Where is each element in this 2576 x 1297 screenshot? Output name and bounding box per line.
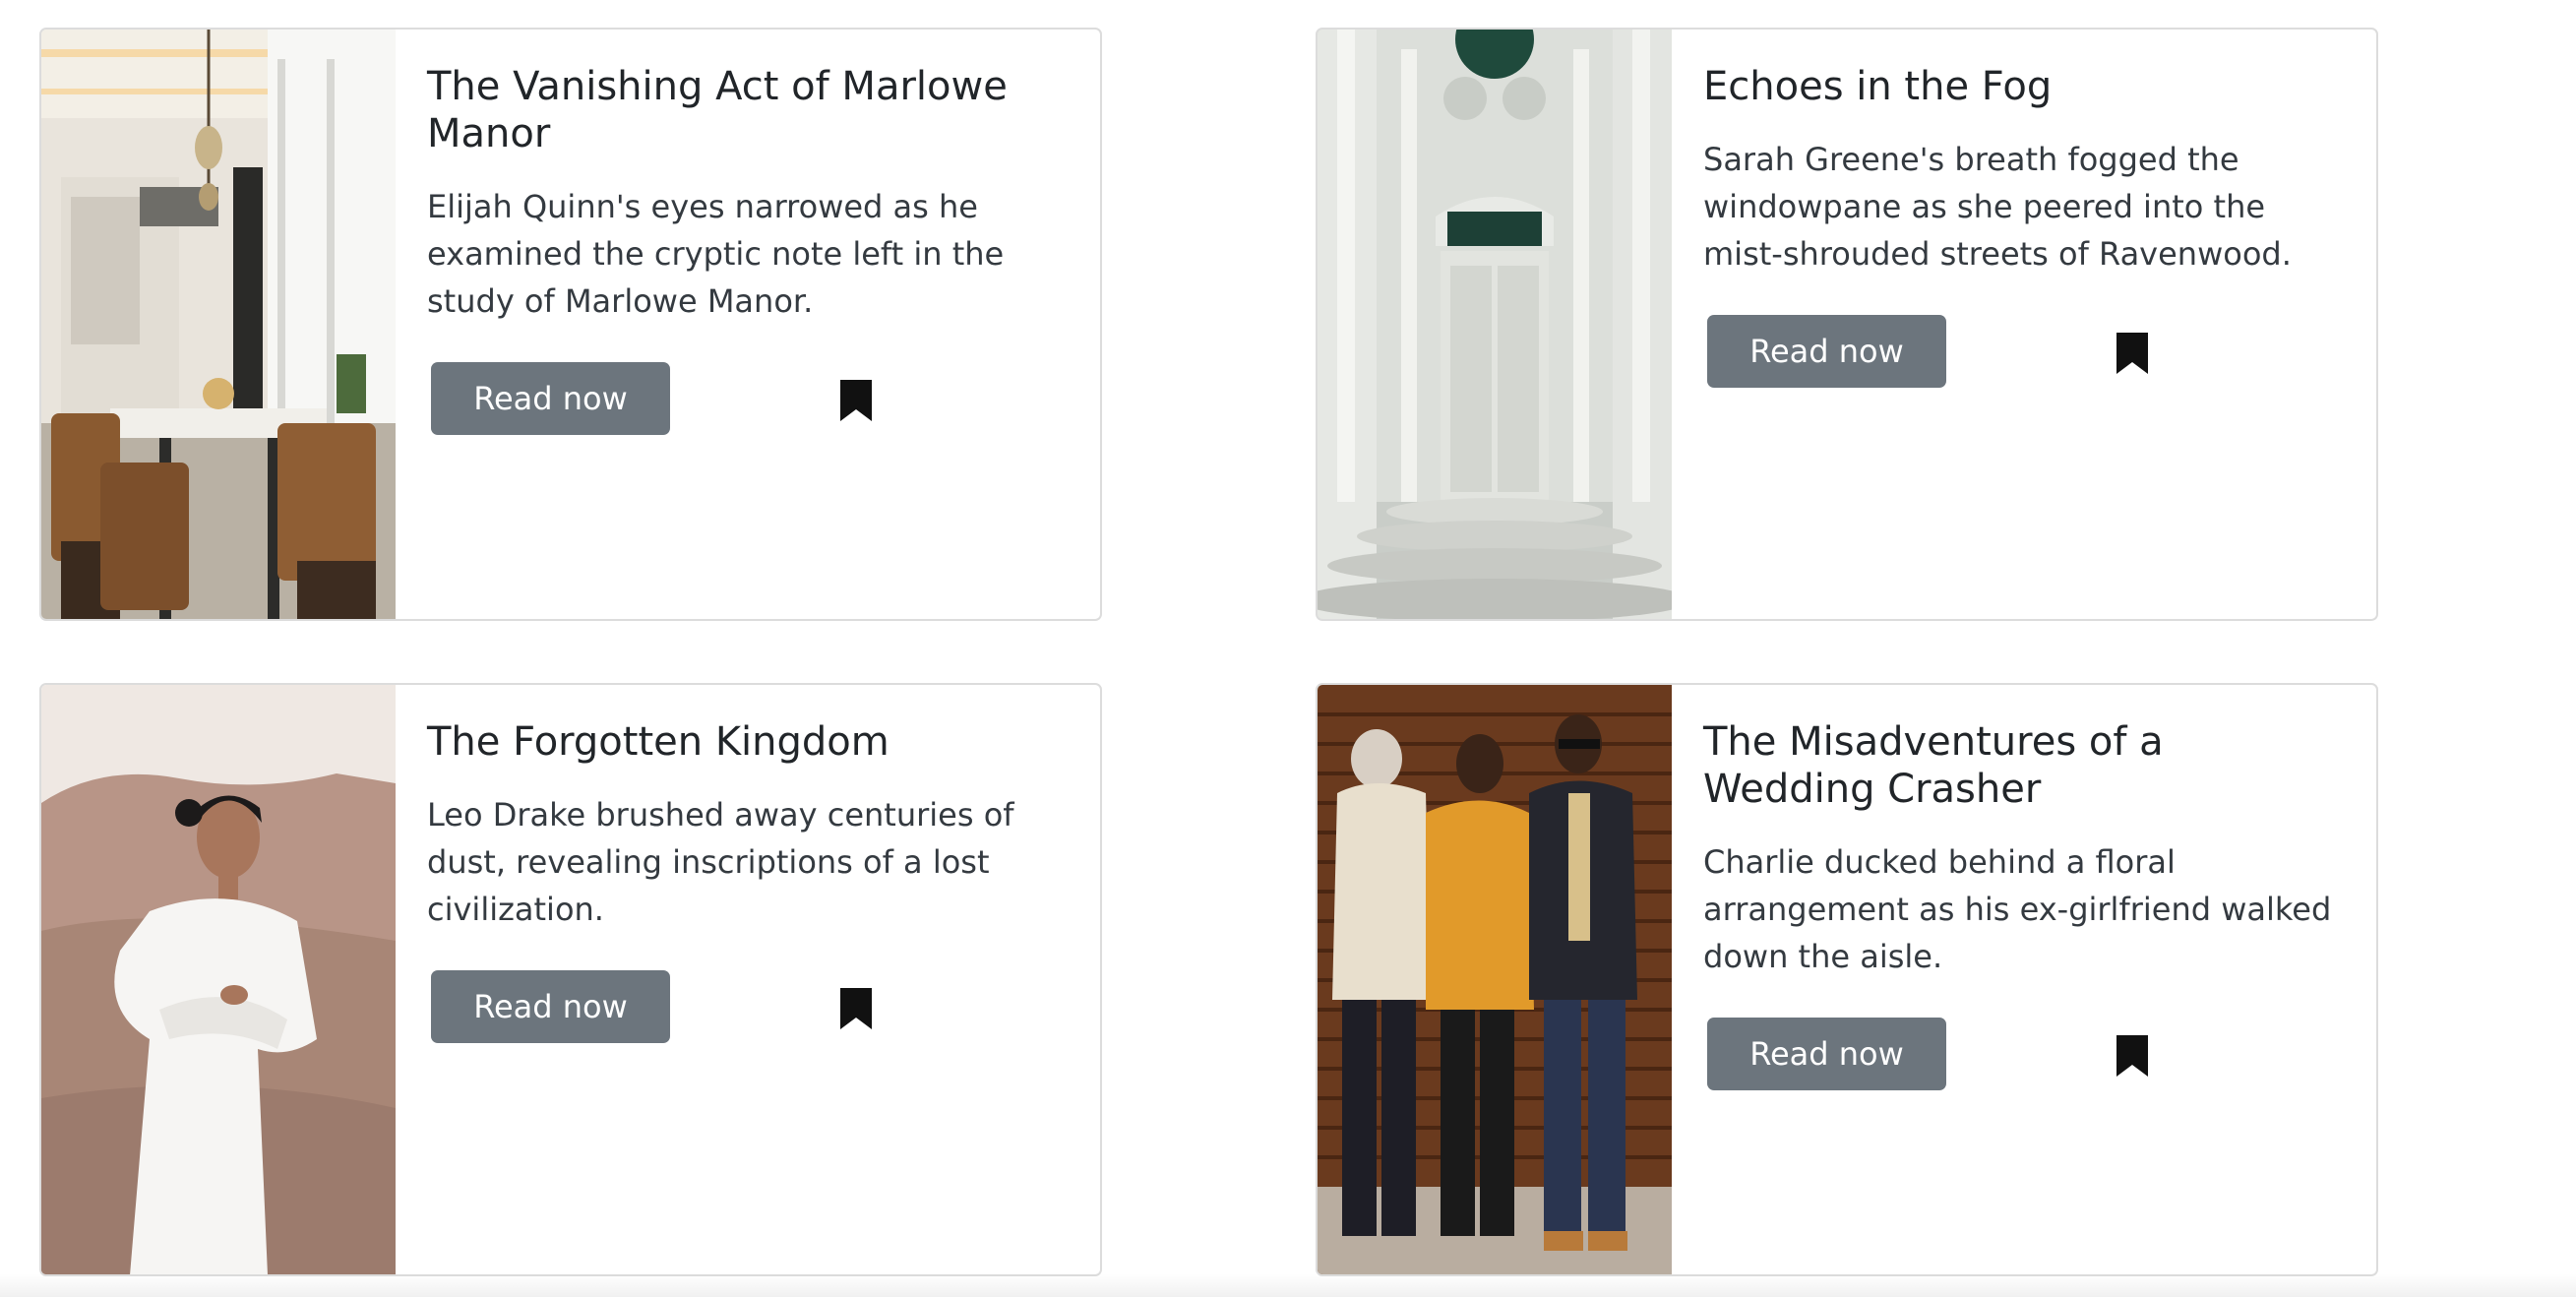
bookmark-icon[interactable] [2116, 1035, 2148, 1077]
card-body: The Vanishing Act of Marlowe Manor Elija… [427, 63, 1067, 437]
story-card: Echoes in the Fog Sarah Greene's breath … [1316, 28, 2378, 621]
card-text: Leo Drake brushed away centuries of dust… [427, 796, 1014, 928]
read-now-button[interactable]: Read now [1707, 315, 1946, 388]
card-title: The Vanishing Act of Marlowe Manor [427, 64, 1008, 156]
read-now-button[interactable]: Read now [1707, 1018, 1946, 1090]
card-image-doorway [1318, 30, 1672, 619]
story-card: The Forgotten Kingdom Leo Drake brushed … [39, 683, 1102, 1276]
bookmark-icon[interactable] [2116, 333, 2148, 374]
card-text: Charlie ducked behind a floral arrangeme… [1703, 843, 2332, 975]
story-card: The Misadventures of a Wedding Crasher C… [1316, 683, 2378, 1276]
card-image-three-men [1318, 685, 1672, 1274]
card-image-desert-portrait [41, 685, 396, 1274]
card-actions: Read now [427, 970, 1067, 1045]
card-actions: Read now [1703, 315, 2343, 390]
read-now-button[interactable]: Read now [431, 970, 670, 1043]
card-body: Echoes in the Fog Sarah Greene's breath … [1703, 63, 2343, 390]
card-text: Elijah Quinn's eyes narrowed as he exami… [427, 188, 1005, 320]
story-card: The Vanishing Act of Marlowe Manor Elija… [39, 28, 1102, 621]
card-title: The Misadventures of a Wedding Crasher [1703, 719, 2164, 812]
card-body: The Forgotten Kingdom Leo Drake brushed … [427, 718, 1067, 1045]
card-title: Echoes in the Fog [1703, 64, 2053, 109]
card-text: Sarah Greene's breath fogged the windowp… [1703, 141, 2292, 273]
card-image-restaurant [41, 30, 396, 619]
bookmark-icon[interactable] [840, 380, 872, 421]
page: The Vanishing Act of Marlowe Manor Elija… [0, 0, 2576, 1297]
card-actions: Read now [1703, 1018, 2343, 1092]
read-now-button[interactable]: Read now [431, 362, 670, 435]
bottom-shadow [0, 1273, 2576, 1297]
card-actions: Read now [427, 362, 1067, 437]
card-body: The Misadventures of a Wedding Crasher C… [1703, 718, 2343, 1092]
bookmark-icon[interactable] [840, 988, 872, 1029]
card-title: The Forgotten Kingdom [427, 719, 889, 765]
